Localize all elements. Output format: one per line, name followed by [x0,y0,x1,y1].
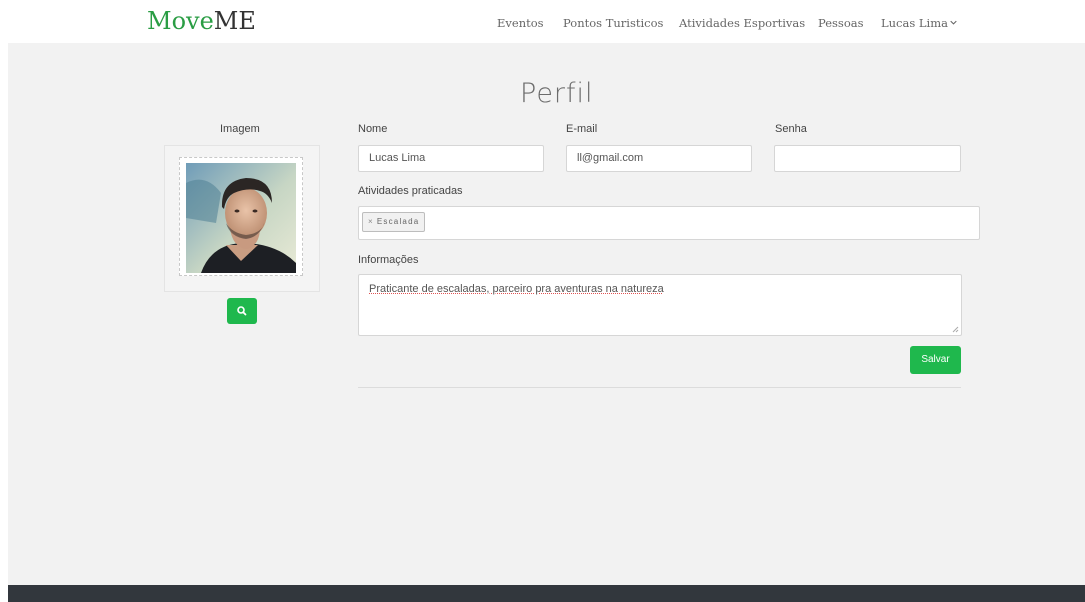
avatar-image [186,163,296,273]
page-title: Perfil [520,78,594,109]
name-field[interactable]: Lucas Lima [358,145,544,172]
activities-tag-input[interactable]: × Escalada [358,206,980,240]
info-label: Informações [358,254,419,266]
user-menu-label: Lucas Lima [881,16,948,30]
nav-link-atividades-esportivas[interactable]: Atividades Esportivas [679,16,805,30]
activity-tag[interactable]: × Escalada [362,212,426,232]
brand-part-me: ME [213,7,256,35]
name-label: Nome [358,123,388,135]
resize-handle-icon[interactable] [952,326,959,333]
nav-link-eventos[interactable]: Eventos [497,16,544,30]
user-menu[interactable]: Lucas Lima [881,16,957,30]
activity-tag-label: Escalada [376,217,420,226]
remove-tag-icon[interactable]: × [368,217,374,226]
search-image-button[interactable] [227,298,257,324]
brand-logo[interactable]: MoveME [147,7,256,35]
nav-link-pessoas[interactable]: Pessoas [818,16,864,30]
password-label: Senha [775,123,807,135]
image-label: Imagem [220,123,260,135]
info-textarea[interactable]: Praticante de escaladas, parceiro pra av… [358,274,962,336]
save-button[interactable]: Salvar [910,346,961,374]
navbar: MoveME Eventos Pontos Turisticos Ativida… [0,0,1085,43]
chevron-down-icon [950,20,957,25]
form-divider [358,387,961,388]
activities-label: Atividades praticadas [358,185,463,197]
search-icon [237,306,247,316]
brand-part-move: Move [147,7,214,35]
nav-link-pontos-turisticos[interactable]: Pontos Turisticos [563,16,663,30]
password-field[interactable] [774,145,961,172]
avatar [186,163,296,273]
email-label: E-mail [566,123,598,135]
email-field[interactable]: ll@gmail.com [566,145,752,172]
info-text: Praticante de escaladas, parceiro pra av… [369,283,664,295]
footer [8,585,1085,602]
